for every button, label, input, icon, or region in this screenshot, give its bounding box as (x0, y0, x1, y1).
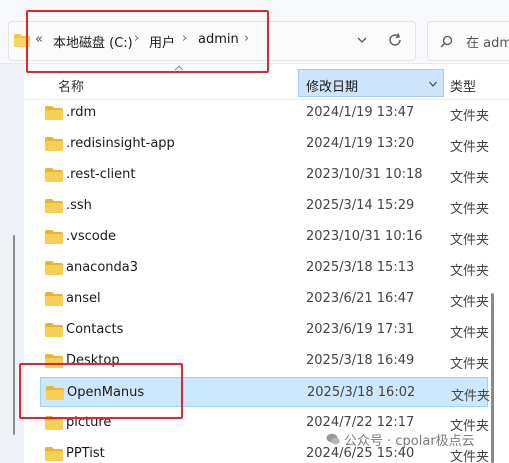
folder-icon (45, 261, 63, 275)
item-name: .rdm (66, 105, 97, 120)
item-name: ansel (66, 291, 101, 306)
folder-icon (45, 447, 63, 461)
item-date: 2024/7/22 12:17 (306, 415, 415, 430)
list-item[interactable]: .rdm 2024/1/19 13:47 文件夹 (40, 98, 490, 128)
folder-icon (45, 137, 63, 151)
item-date: 2025/3/18 16:49 (306, 353, 415, 368)
list-item[interactable]: anaconda3 2025/3/18 15:13 文件夹 (40, 253, 490, 283)
item-date: 2024/1/19 13:47 (306, 105, 415, 120)
item-type: 文件夹 (450, 295, 490, 310)
item-name: .vscode (66, 229, 116, 244)
item-date: 2023/6/21 16:47 (306, 291, 415, 306)
item-type: 文件夹 (451, 389, 491, 404)
item-date: 2025/3/14 15:29 (306, 198, 415, 213)
chevron-down-icon[interactable] (356, 34, 368, 46)
item-type: 文件夹 (450, 109, 490, 124)
folder-icon (45, 230, 63, 244)
folder-icon (45, 199, 63, 213)
nav-scrollbar[interactable] (13, 235, 15, 435)
item-name: .ssh (66, 198, 92, 213)
item-date: 2023/6/19 17:31 (306, 322, 415, 337)
item-name: anaconda3 (66, 260, 139, 275)
folder-icon (45, 323, 63, 337)
item-name: PPTist (66, 446, 105, 461)
column-type[interactable]: 类型 (450, 76, 476, 95)
chevron-down-icon[interactable] (428, 79, 438, 89)
column-date[interactable]: 修改日期 (306, 76, 358, 95)
folder-icon (45, 168, 63, 182)
item-type: 文件夹 (450, 326, 490, 341)
vertical-scrollbar[interactable] (491, 293, 494, 463)
list-item[interactable]: .rest-client 2023/10/31 10:18 文件夹 (40, 160, 490, 190)
wechat-icon (326, 433, 340, 445)
highlight-box-address (26, 10, 269, 73)
list-item[interactable]: .vscode 2023/10/31 10:16 文件夹 (40, 222, 490, 252)
search-icon (440, 35, 453, 48)
column-name[interactable]: 名称 (58, 76, 84, 95)
item-type: 文件夹 (450, 233, 490, 248)
refresh-icon[interactable] (387, 32, 403, 48)
item-date: 2025/3/18 15:13 (306, 260, 415, 275)
watermark-text: 公众号 · cpolar极点云 (344, 434, 475, 449)
item-type: 文件夹 (450, 357, 490, 372)
item-name: .rest-client (66, 167, 136, 182)
item-type: 文件夹 (450, 140, 490, 155)
highlight-box-openmanus (19, 363, 183, 419)
item-name: .redisinsight-app (66, 136, 175, 151)
item-type: 文件夹 (450, 171, 490, 186)
folder-icon (45, 292, 63, 306)
list-item[interactable]: .redisinsight-app 2024/1/19 13:20 文件夹 (40, 129, 490, 159)
item-date: 2023/10/31 10:18 (306, 167, 423, 182)
item-type: 文件夹 (450, 202, 490, 217)
list-item[interactable]: ansel 2023/6/21 16:47 文件夹 (40, 284, 490, 314)
item-date: 2023/10/31 10:16 (306, 229, 423, 244)
folder-icon (45, 106, 63, 120)
list-item[interactable]: Contacts 2023/6/19 17:31 文件夹 (40, 315, 490, 345)
item-name: Contacts (66, 322, 124, 337)
search-input[interactable]: 在 adm (466, 32, 509, 51)
list-item[interactable]: .ssh 2025/3/14 15:29 文件夹 (40, 191, 490, 221)
item-date: 2025/3/18 16:02 (307, 385, 416, 400)
item-type: 文件夹 (450, 264, 490, 279)
item-date: 2024/1/19 13:20 (306, 136, 415, 151)
